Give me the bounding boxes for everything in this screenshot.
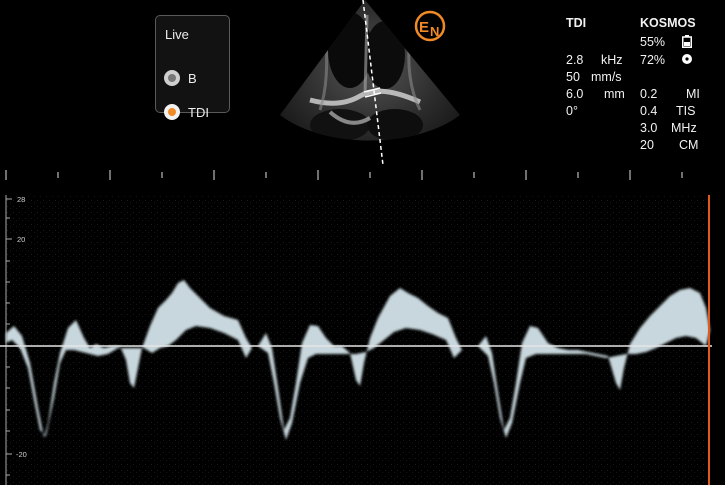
storage-value: 72% [640,53,666,67]
angle-value: 0° [566,104,578,118]
imaging-mode-label: TDI [566,16,587,30]
gate-size-unit: mm [604,87,625,101]
gate-size-value: 6.0 [566,87,584,101]
mi-value: 0.2 [640,87,658,101]
battery-value: 55% [640,35,666,49]
en-logo-icon: E N [414,10,446,42]
mode-b-radio[interactable]: B [164,70,197,86]
depth-unit: CM [679,138,699,152]
frequency-value: 3.0 [640,121,658,135]
live-panel-title: Live [165,27,189,42]
prf-unit: kHz [601,53,623,67]
mode-tdi-radio[interactable]: TDI [164,104,209,120]
prf-value: 2.8 [566,53,584,67]
scale-label-0: 0 [19,342,24,351]
svg-text:N: N [430,24,439,39]
scale-label-minus20: -20 [16,450,27,459]
battery-icon [682,35,692,48]
mode-tdi-label: TDI [188,104,209,120]
disc-icon [682,54,692,64]
mode-b-label: B [188,70,197,86]
tis-unit: TIS [676,104,696,118]
live-mode-panel: Live B TDI [155,15,230,120]
svg-text:E: E [419,19,429,36]
sweep-speed-unit: mm/s [591,70,622,84]
tdi-spectral-doppler-strip [0,170,712,485]
sweep-speed-value: 50 [566,70,580,84]
depth-value: 20 [640,138,654,152]
scale-label-28: 28 [17,195,26,204]
tis-value: 0.4 [640,104,658,118]
device-name: KOSMOS [640,16,696,30]
time-axis-ticks [5,170,683,180]
frequency-unit: MHz [671,121,697,135]
radio-unselected-icon[interactable] [164,70,180,86]
radio-selected-icon[interactable] [164,104,180,120]
scale-label-20: 20 [17,235,26,244]
mi-unit: MI [686,87,700,101]
